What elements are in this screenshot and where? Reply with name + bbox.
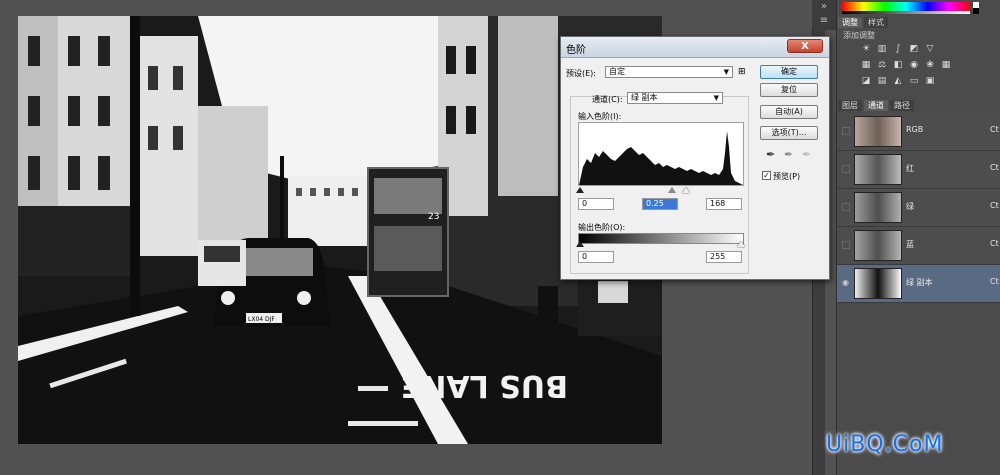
gray-eyedropper-icon[interactable]: ✒ — [784, 148, 793, 161]
brightness-contrast-icon[interactable]: ☀ — [860, 44, 872, 54]
grayscale-ramp[interactable] — [842, 11, 970, 14]
output-white-slider[interactable] — [737, 241, 745, 247]
channel-select[interactable]: 绿 副本 ▼ — [627, 92, 723, 104]
reset-button[interactable]: 复位 — [760, 83, 818, 97]
input-gamma-field[interactable]: 0.25 — [642, 198, 678, 210]
dialog-titlebar[interactable]: 色阶 X — [561, 37, 829, 58]
channel-thumbnail — [854, 116, 902, 147]
channel-row-red[interactable]: 红 Ct — [837, 151, 1000, 189]
threshold-icon[interactable]: ◭ — [892, 76, 904, 86]
preset-label: 预设(E): — [566, 69, 596, 78]
eye-icon[interactable]: ◉ — [842, 279, 850, 287]
output-black-field[interactable]: 0 — [578, 251, 614, 263]
color-balance-icon[interactable]: ⚖ — [876, 60, 888, 70]
channel-name: RGB — [906, 125, 924, 134]
dialog-title: 色阶 — [566, 45, 586, 56]
visibility-toggle[interactable] — [842, 203, 850, 211]
channel-shortcut: Ct — [990, 201, 999, 210]
channel-name: 蓝 — [906, 240, 914, 249]
channel-thumbnail — [854, 268, 902, 299]
chevron-down-icon: ▼ — [723, 68, 729, 76]
black-swatch[interactable] — [973, 8, 979, 14]
output-black-slider[interactable] — [576, 241, 584, 247]
watermark-logo: UiBQ.CoM — [826, 432, 944, 457]
adjustments-tabs: 调整 样式 — [838, 17, 888, 28]
chevron-down-icon: ▼ — [713, 94, 719, 102]
output-gradient-bar — [578, 233, 744, 244]
black-white-icon[interactable]: ◧ — [892, 60, 904, 70]
vibrance-icon[interactable]: ▽ — [924, 44, 936, 54]
channel-row-blue[interactable]: 蓝 Ct — [837, 227, 1000, 265]
visibility-toggle[interactable] — [842, 241, 850, 249]
invert-icon[interactable]: ◪ — [860, 76, 872, 86]
preview-checkbox[interactable]: ✓ — [762, 171, 771, 180]
tab-paths[interactable]: 路径 — [890, 100, 914, 111]
bus-number-text: 23 — [428, 212, 439, 222]
adjustments-title: 添加调整 — [843, 31, 875, 40]
channel-thumbnail — [854, 192, 902, 223]
input-black-field[interactable]: 0 — [578, 198, 614, 210]
channel-name: 红 — [906, 164, 914, 173]
adjustment-icons-grid: ☀ ▥ ∫ ◩ ▽ ▦ ⚖ ◧ ◉ ❀ ▦ ◪ ▤ ◭ ▭ ▣ — [860, 44, 960, 86]
tab-adjustments[interactable]: 调整 — [838, 17, 862, 28]
color-lookup-icon[interactable]: ▦ — [940, 60, 952, 70]
channel-thumbnail — [854, 230, 902, 261]
channel-mixer-icon[interactable]: ❀ — [924, 60, 936, 70]
levels-histogram — [578, 122, 744, 186]
auto-button[interactable]: 自动(A) — [760, 105, 818, 119]
visibility-toggle[interactable] — [842, 127, 850, 135]
selective-color-icon[interactable]: ▣ — [924, 76, 936, 86]
panel-collapse-strip[interactable]: » ≡ — [812, 0, 836, 30]
channel-shortcut: Ct — [990, 239, 999, 248]
panel-menu-icon[interactable]: ≡ — [812, 14, 836, 28]
color-spectrum-bar[interactable] — [842, 2, 970, 11]
channel-row-rgb[interactable]: RGB Ct — [837, 113, 1000, 151]
channel-thumbnail — [854, 154, 902, 185]
white-eyedropper-icon[interactable]: ✒ — [802, 148, 811, 161]
channel-row-green[interactable]: 绿 Ct — [837, 189, 1000, 227]
input-black-slider[interactable] — [576, 187, 584, 193]
road-bus-lane-text: BUS LANE — [401, 368, 568, 403]
options-button[interactable]: 选项(T)... — [760, 126, 818, 140]
gradient-map-icon[interactable]: ▭ — [908, 76, 920, 86]
tab-channels[interactable]: 通道 — [864, 100, 888, 111]
tab-styles[interactable]: 样式 — [864, 17, 888, 28]
close-button[interactable]: X — [787, 39, 823, 53]
input-levels-label: 输入色阶(I): — [578, 112, 622, 121]
expand-panels-icon[interactable]: » — [812, 0, 836, 14]
curves-icon[interactable]: ∫ — [892, 44, 904, 54]
visibility-toggle[interactable] — [842, 165, 850, 173]
input-white-field[interactable]: 168 — [706, 198, 742, 210]
input-white-slider[interactable] — [682, 187, 690, 193]
preset-value: 自定 — [609, 67, 625, 76]
ok-button[interactable]: 确定 — [760, 65, 818, 79]
exposure-icon[interactable]: ◩ — [908, 44, 920, 54]
preset-select[interactable]: 自定 ▼ — [605, 66, 733, 78]
preset-options-icon[interactable]: ⊞ — [738, 67, 746, 77]
channel-value: 绿 副本 — [631, 93, 658, 102]
hue-saturation-icon[interactable]: ▦ — [860, 60, 872, 70]
channel-row-green-copy[interactable]: ◉ 绿 副本 Ct — [837, 265, 1000, 303]
channels-panel-tabs: 图层 通道 路径 — [838, 100, 914, 111]
channel-shortcut: Ct — [990, 125, 999, 134]
output-white-field[interactable]: 255 — [706, 251, 742, 263]
channel-shortcut: Ct — [990, 277, 999, 286]
channel-name: 绿 副本 — [906, 278, 933, 287]
output-levels-label: 输出色阶(O): — [578, 223, 626, 232]
input-gamma-slider[interactable] — [668, 187, 676, 193]
posterize-icon[interactable]: ▤ — [876, 76, 888, 86]
levels-icon[interactable]: ▥ — [876, 44, 888, 54]
channel-shortcut: Ct — [990, 163, 999, 172]
tab-layers[interactable]: 图层 — [838, 100, 862, 111]
black-eyedropper-icon[interactable]: ✒ — [766, 148, 775, 161]
preview-label: 预览(P) — [773, 172, 801, 181]
channel-label: 通道(C): — [592, 95, 623, 104]
photo-filter-icon[interactable]: ◉ — [908, 60, 920, 70]
taxi-plate-text: LX04 DJF — [248, 316, 275, 323]
channel-name: 绿 — [906, 202, 914, 211]
